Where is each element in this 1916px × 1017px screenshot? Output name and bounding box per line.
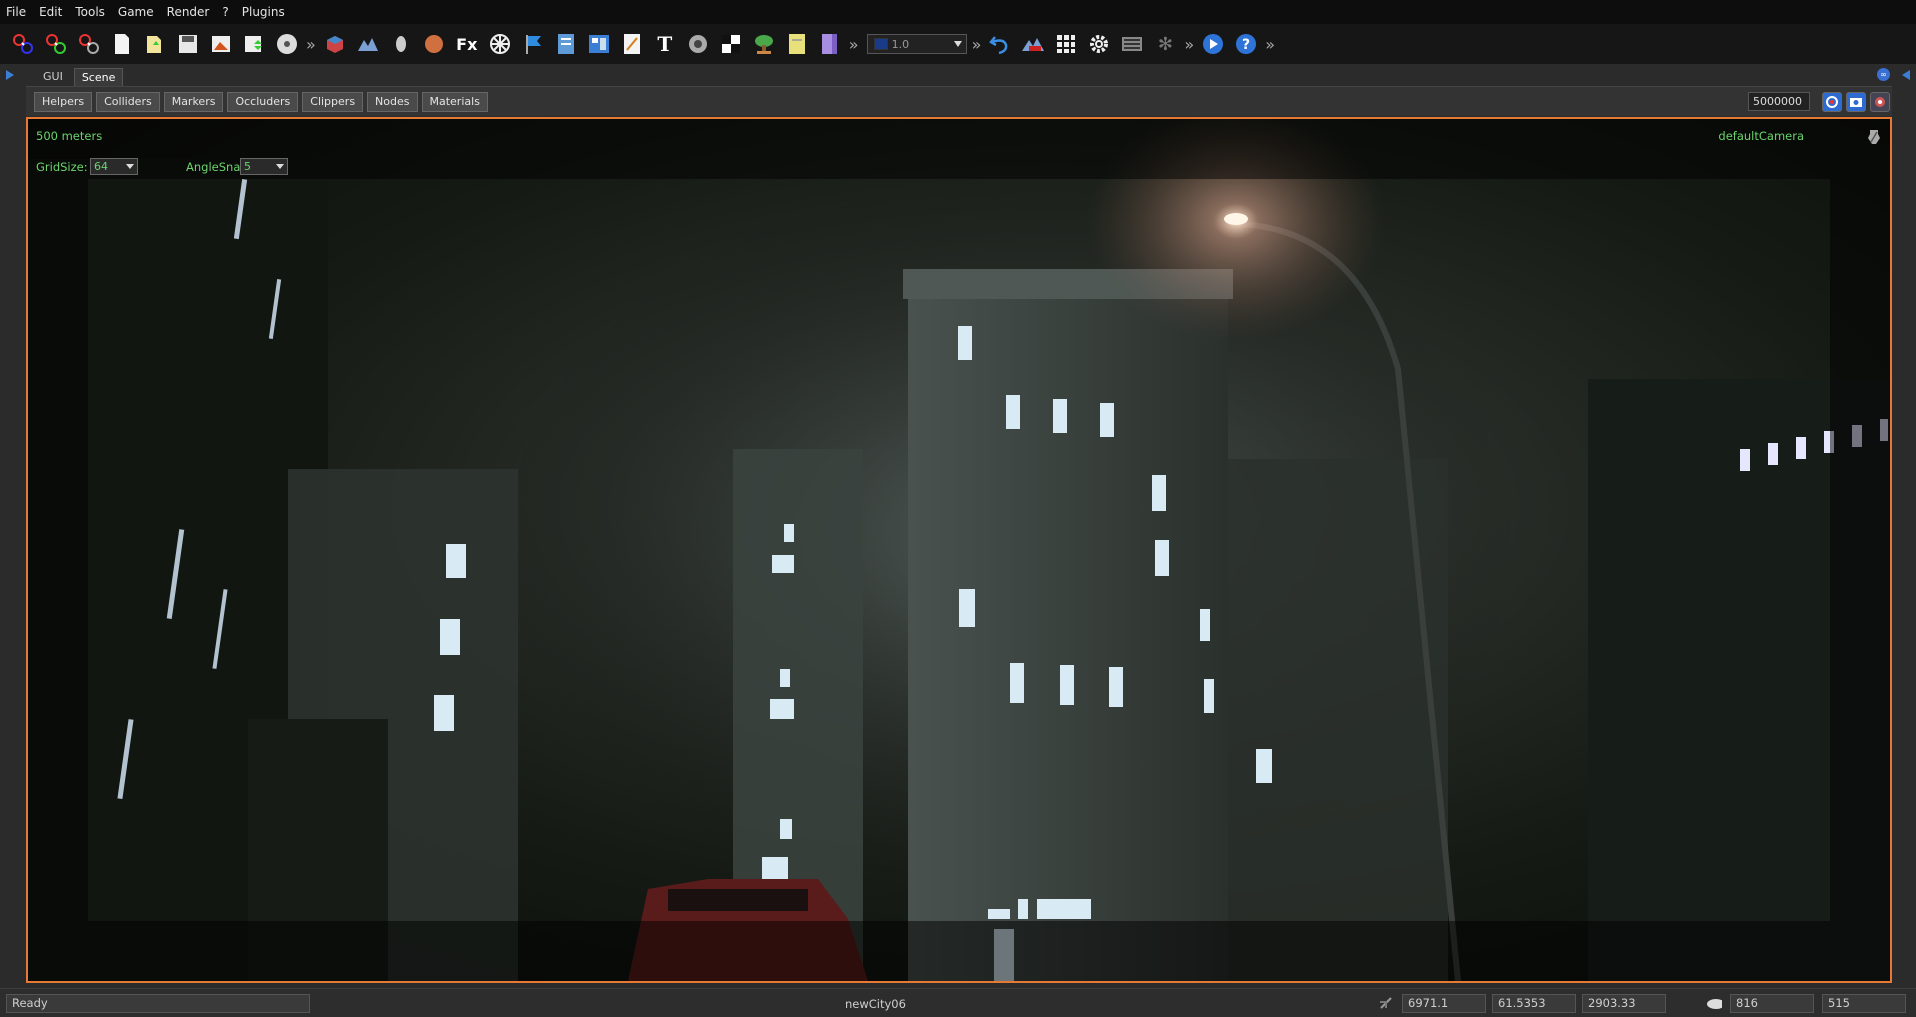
- coord-y-field: 61.5353: [1492, 994, 1576, 1013]
- coordinates-icon: [1378, 996, 1394, 1010]
- toolbar-overflow-2[interactable]: »: [849, 35, 859, 54]
- nodes-button[interactable]: Nodes: [367, 92, 417, 112]
- save-icon[interactable]: [173, 29, 203, 59]
- network-green-icon[interactable]: [41, 29, 71, 59]
- notes-icon[interactable]: [551, 29, 581, 59]
- status-bar: Ready newCity06 6971.1 61.5353 2903.33 8…: [0, 988, 1916, 1017]
- toolbar-overflow-1[interactable]: »: [306, 35, 316, 54]
- tree-icon[interactable]: [749, 29, 779, 59]
- fx-icon[interactable]: Fx: [452, 29, 482, 59]
- occluders-button[interactable]: Occluders: [227, 92, 298, 112]
- toolbar-overflow-3[interactable]: »: [972, 35, 982, 54]
- resolution-height-field: 515: [1822, 994, 1906, 1013]
- clippers-button[interactable]: Clippers: [302, 92, 363, 112]
- colliders-button[interactable]: Colliders: [96, 92, 160, 112]
- zoom-swatch-icon: [874, 38, 888, 50]
- menu-render[interactable]: Render: [167, 5, 210, 19]
- scale-label: 500 meters: [36, 129, 102, 143]
- layout-icon[interactable]: [584, 29, 614, 59]
- terrain-icon[interactable]: [353, 29, 383, 59]
- gridsize-select[interactable]: 64: [90, 158, 138, 175]
- main-toolbar: » Fx T » 1.0 » ✻ » ? »: [0, 24, 1916, 64]
- chevron-down-icon: [126, 164, 134, 169]
- expand-left-arrow-icon[interactable]: [6, 70, 14, 80]
- sphere-icon[interactable]: [419, 29, 449, 59]
- expand-right-arrow-icon[interactable]: [1902, 70, 1910, 80]
- zoom-value: 1.0: [892, 38, 910, 51]
- screenshot-icon[interactable]: [1846, 92, 1866, 112]
- gridsize-value: 64: [94, 160, 108, 173]
- panel-tabs: GUI Scene: [36, 68, 127, 86]
- toolbar-overflow-5[interactable]: »: [1265, 35, 1275, 54]
- disc-icon[interactable]: [272, 29, 302, 59]
- gear-icon[interactable]: [1084, 29, 1114, 59]
- helpers-button[interactable]: Helpers: [34, 92, 92, 112]
- camera-icon[interactable]: [1866, 128, 1882, 146]
- tab-scene[interactable]: Scene: [74, 68, 124, 86]
- text-tool-label: T: [657, 32, 672, 56]
- flag-icon[interactable]: [518, 29, 548, 59]
- cloud-icon: [1706, 996, 1722, 1010]
- menu-plugins[interactable]: Plugins: [242, 5, 285, 19]
- open-folder-icon[interactable]: [140, 29, 170, 59]
- coord-z-field: 2903.33: [1582, 994, 1666, 1013]
- menu-bar: File Edit Tools Game Render ? Plugins: [0, 0, 1916, 24]
- tab-gui[interactable]: GUI: [36, 68, 70, 86]
- help-icon[interactable]: ?: [1231, 29, 1261, 59]
- new-document-icon[interactable]: [107, 29, 137, 59]
- refresh-view-icon[interactable]: [1822, 92, 1842, 112]
- menu-tools[interactable]: Tools: [75, 5, 105, 19]
- anglesnap-value: 5: [244, 160, 251, 173]
- export-image-icon[interactable]: [206, 29, 236, 59]
- view-options-icon[interactable]: [1870, 92, 1890, 112]
- book-icon[interactable]: [815, 29, 845, 59]
- note-icon[interactable]: [782, 29, 812, 59]
- city-night-render: [28, 119, 1890, 981]
- fx-label: Fx: [456, 35, 477, 54]
- cube-icon[interactable]: [320, 29, 350, 59]
- dial-icon[interactable]: [683, 29, 713, 59]
- import-icon[interactable]: [239, 29, 269, 59]
- menu-edit[interactable]: Edit: [39, 5, 62, 19]
- gridsize-label: GridSize:: [36, 160, 88, 174]
- menu-game[interactable]: Game: [118, 5, 154, 19]
- grid-icon[interactable]: [1051, 29, 1081, 59]
- markers-button[interactable]: Markers: [164, 92, 224, 112]
- network-gray-icon[interactable]: [74, 29, 104, 59]
- chevron-down-icon: [954, 41, 962, 47]
- materials-button[interactable]: Materials: [422, 92, 488, 112]
- play-icon[interactable]: [1198, 29, 1228, 59]
- brush-icon[interactable]: [386, 29, 416, 59]
- svg-text:?: ?: [1242, 37, 1250, 53]
- chevron-down-icon: [276, 164, 284, 169]
- resolution-width-field: 816: [1730, 994, 1814, 1013]
- anglesnap-select[interactable]: 5: [240, 158, 288, 175]
- menu-file[interactable]: File: [6, 5, 26, 19]
- terrain-red-icon[interactable]: [1018, 29, 1048, 59]
- text-icon[interactable]: T: [650, 29, 680, 59]
- dock-icon[interactable]: ∞: [1877, 68, 1890, 81]
- status-message: Ready: [6, 994, 310, 1013]
- coord-x-field: 6971.1: [1402, 994, 1486, 1013]
- camera-label[interactable]: defaultCamera: [1718, 129, 1804, 143]
- snowflake-icon[interactable]: ✻: [1150, 29, 1180, 59]
- toolbar-overflow-4[interactable]: »: [1184, 35, 1194, 54]
- scene-viewport[interactable]: 500 meters GridSize: 64 AngleSnap: 5 def…: [26, 117, 1892, 983]
- menu-help[interactable]: ?: [222, 5, 228, 19]
- checker-icon[interactable]: [716, 29, 746, 59]
- zoom-select[interactable]: 1.0: [867, 34, 967, 54]
- keyboard-icon[interactable]: [1117, 29, 1147, 59]
- undo-icon[interactable]: [985, 29, 1015, 59]
- scene-name: newCity06: [845, 997, 906, 1011]
- network-red-icon[interactable]: [8, 29, 38, 59]
- wheel-icon[interactable]: [485, 29, 515, 59]
- far-plane-input[interactable]: 5000000: [1748, 92, 1810, 111]
- script-icon[interactable]: [617, 29, 647, 59]
- scene-toolbar: Helpers Colliders Markers Occluders Clip…: [26, 86, 1892, 116]
